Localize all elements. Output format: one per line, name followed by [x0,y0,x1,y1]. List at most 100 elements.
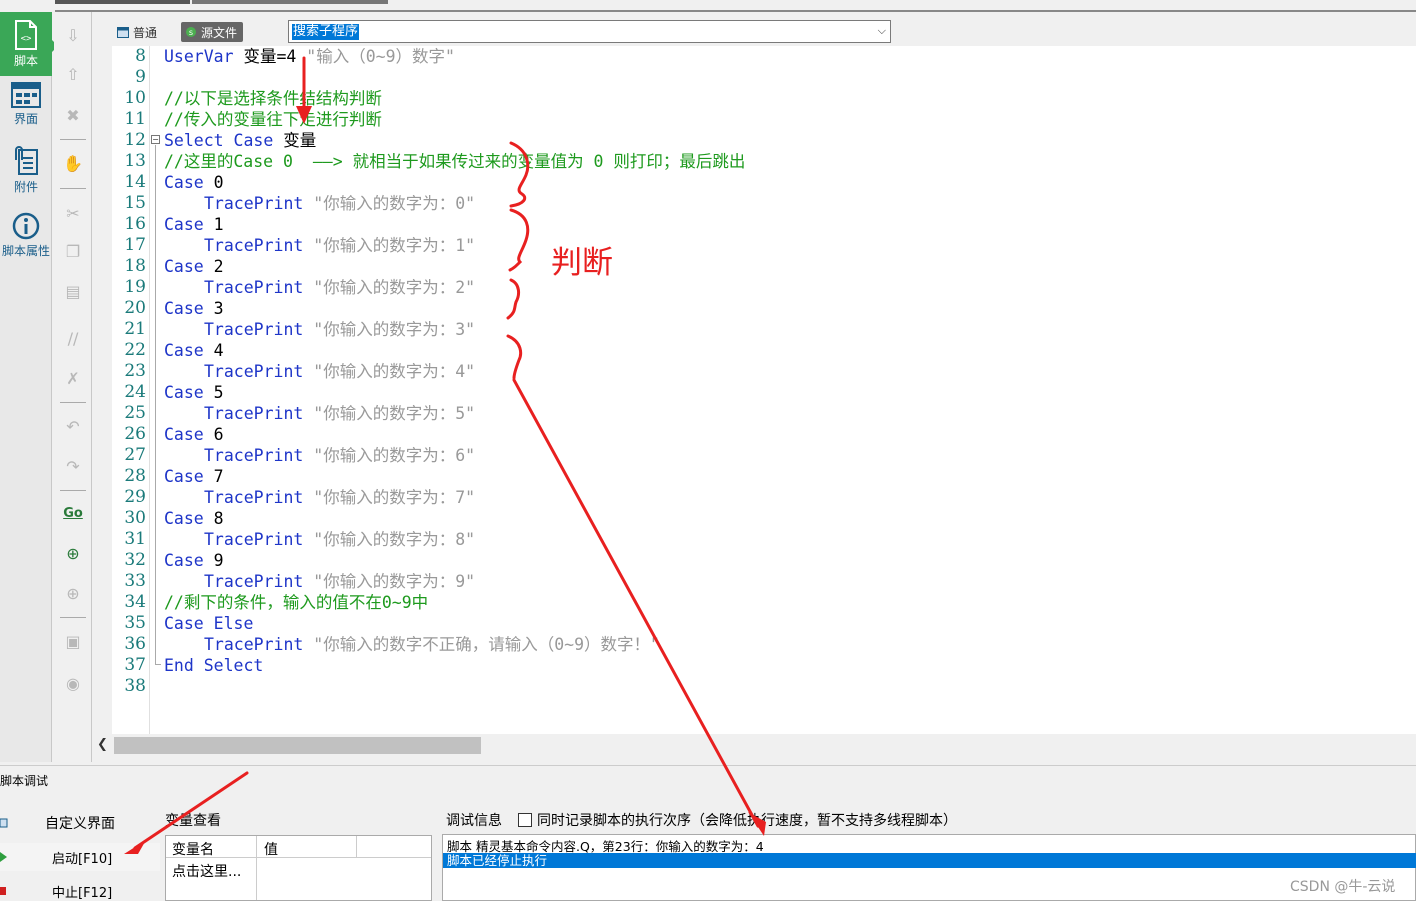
code-line[interactable]: TracePrint "你输入的数字为：1" [164,235,475,256]
string-token: "你输入的数字为：5" [303,404,476,423]
code-line[interactable]: TracePrint "你输入的数字为：2" [164,277,475,298]
search-input[interactable]: 搜索子程序 [292,24,360,40]
fold-guide-end [155,664,161,665]
line-number: 25 [124,403,146,423]
col-variable-name[interactable]: 变量名 [172,839,214,859]
number-token: 3 [203,299,224,318]
tab-normal[interactable]: 普通 [113,22,163,42]
find-icon[interactable]: ⊕ [62,542,84,564]
stop-button[interactable]: 中止[F12] [0,877,160,901]
paste-icon[interactable]: ▤ [62,280,84,302]
scroll-left-icon[interactable]: ❮ [97,737,108,752]
start-label: 启动[F10] [52,851,113,867]
debug-output-line-selected[interactable]: 脚本已经停止执行 [443,853,1416,868]
variable-table[interactable]: 变量名 值 点击这里... [165,835,432,901]
undo-icon[interactable]: ↶ [62,415,84,437]
fold-toggle-icon[interactable]: − [151,135,160,144]
code-line[interactable]: TracePrint "你输入的数字为：8" [164,529,475,550]
code-line[interactable]: //这里的Case 0 ——> 就相当于如果传过来的变量值为 0 则打印；最后跳… [164,151,745,172]
stop-label: 中止[F12] [52,885,113,901]
comment-icon[interactable]: // [62,327,84,349]
line-number: 16 [124,214,146,234]
search-subroutine-dropdown[interactable]: 搜索子程序 ⌵ [288,20,891,43]
move-up-icon[interactable]: ⇧ [62,63,84,85]
code-line[interactable]: Case 3 [164,298,224,319]
editor-tabbar: 普通 s 源文件 搜索子程序 ⌵ [95,14,1416,46]
code-line[interactable]: TracePrint "你输入的数字为：3" [164,319,475,340]
col-value[interactable]: 值 [264,839,278,859]
keyword-token: Case [164,173,204,192]
chevron-down-icon[interactable]: ⌵ [878,24,886,38]
go-icon[interactable]: Go [62,502,84,524]
string-token: "输入（0~9）数字" [306,47,455,66]
code-line[interactable]: UserVar 变量=4 "输入（0~9）数字" [164,46,455,67]
function-token: TracePrint [204,572,304,591]
string-token: "你输入的数字为：7" [303,488,476,507]
code-line[interactable]: TracePrint "你输入的数字为：6" [164,445,475,466]
number-token: 5 [203,383,224,402]
string-token: "你输入的数字为：1" [303,236,476,255]
function-token: TracePrint [204,635,304,654]
cut-icon[interactable]: ✂ [62,202,84,224]
code-line[interactable]: //以下是选择条件结结构判断 [164,88,382,109]
tab-source[interactable]: s 源文件 [181,22,244,42]
top-strip [0,0,1416,12]
uncomment-icon[interactable]: ✗ [62,367,84,389]
code-line[interactable]: Case Else [164,613,253,634]
start-button[interactable]: 启动[F10] [0,843,160,871]
code-line[interactable]: TracePrint "你输入的数字为：4" [164,361,475,382]
code-editor[interactable]: 8 9 10 11 12 13 14 15 16 17 18 19 20 21 22 23 24 25 26 27 28… [112,46,1416,734]
code-line[interactable]: TracePrint "你输入的数字为：7" [164,487,475,508]
code-line[interactable]: End Select [164,655,263,676]
code-line[interactable]: Case 7 [164,466,224,487]
code-line[interactable]: Select Case 变量 [164,130,316,151]
code-line[interactable]: Case 5 [164,382,224,403]
variable-table-header: 变量名 值 [166,836,431,858]
code-line[interactable]: Case 2 [164,256,224,277]
copy-icon[interactable]: ❐ [62,240,84,262]
function-token: TracePrint [204,446,304,465]
line-number: 11 [124,109,146,129]
code-line[interactable]: //传入的变量往下走进行判断 [164,109,382,130]
code-line[interactable]: Case 9 [164,550,224,571]
line-number: 8 [135,46,146,66]
nav-item-script-props[interactable]: 脚本属性 [0,212,52,264]
function-token: TracePrint [204,404,304,423]
table-row[interactable]: 点击这里... [172,861,241,881]
code-line[interactable]: Case 0 [164,172,224,193]
line-number: 30 [124,508,146,528]
code-line[interactable]: TracePrint "你输入的数字为：0" [164,193,475,214]
keyword-token: Case [164,425,204,444]
panel-icon[interactable]: ▣ [62,630,84,652]
view-icon[interactable]: ◉ [62,672,84,694]
attachment-icon [15,146,38,175]
line-number: 20 [124,298,146,318]
line-number: 18 [124,256,146,276]
nav-item-attachment[interactable]: 附件 [0,146,52,202]
nav-item-label: 界面 [13,112,38,126]
hand-icon[interactable]: ✋ [62,152,84,174]
record-order-checkbox[interactable] [518,813,532,827]
code-line[interactable]: Case 1 [164,214,224,235]
code-line[interactable]: Case 8 [164,508,224,529]
code-line[interactable]: Case 6 [164,424,224,445]
code-line[interactable]: Case 4 [164,340,224,361]
delete-icon[interactable]: ✖ [62,104,84,126]
nav-item-script[interactable]: <> 脚本 [0,12,58,76]
custom-ui-button[interactable]: 自定义界面 [0,809,160,837]
keyword-token: Case [164,509,204,528]
scrollbar-thumb[interactable] [114,737,481,754]
replace-icon[interactable]: ⊕ [62,582,84,604]
nav-item-layout[interactable]: 界面 [0,82,52,138]
line-number: 9 [135,67,146,87]
code-line[interactable]: TracePrint "你输入的数字为：5" [164,403,475,424]
horizontal-scrollbar[interactable]: ❮ [95,734,1416,756]
debug-output[interactable]: 脚本 精灵基本命令内容.Q，第23行：你输入的数字为：4 脚本已经停止执行 [442,834,1416,901]
move-down-icon[interactable]: ⇩ [62,24,84,46]
line-number: 24 [124,382,146,402]
code-line[interactable]: //剩下的条件，输入的值不在0~9中 [164,592,428,613]
redo-icon[interactable]: ↷ [62,455,84,477]
code-line[interactable]: TracePrint "你输入的数字不正确，请输入（0~9）数字！" [164,634,660,655]
code-line[interactable]: TracePrint "你输入的数字为：9" [164,571,475,592]
line-number: 17 [124,235,146,255]
